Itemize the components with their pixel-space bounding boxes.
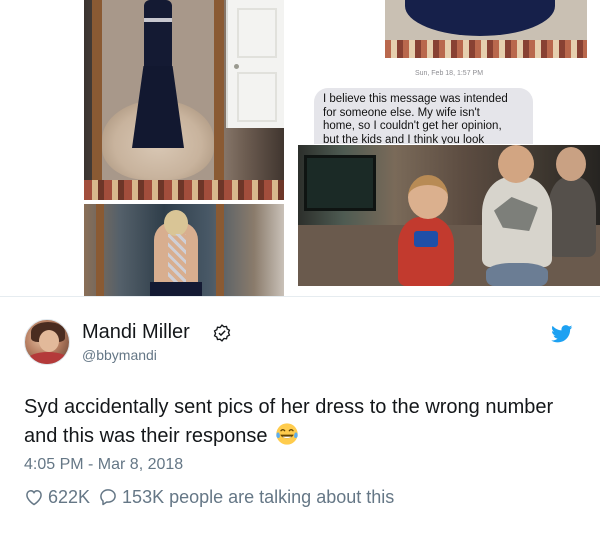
tweet-actions: 622K 153K people are talking about this <box>24 485 394 509</box>
avatar[interactable] <box>24 319 70 365</box>
message-line: for someone else. My wife isn't <box>323 106 480 119</box>
tears-of-joy-emoji <box>276 423 298 445</box>
message-line: I believe this message was intended <box>323 93 508 105</box>
author-handle[interactable]: @bbymandi <box>82 347 157 363</box>
tweet-card: Mandi Miller @bbymandi Syd accidentally … <box>0 297 600 536</box>
dress-mirror-photo[interactable] <box>84 0 284 200</box>
dress-detail-photo[interactable] <box>385 0 587 58</box>
tweet-timestamp[interactable]: 4:05 PM - Mar 8, 2018 <box>24 456 183 474</box>
twitter-bird-icon[interactable] <box>551 325 573 343</box>
photo-collage: Sun, Feb 18, 1:57 PM I believe this mess… <box>0 0 600 296</box>
heart-icon[interactable] <box>24 487 44 507</box>
speech-bubble-icon[interactable] <box>98 487 118 507</box>
message-timestamp: Sun, Feb 18, 1:57 PM <box>414 70 484 77</box>
message-line: but the kids and I think you look <box>323 133 485 145</box>
reply-count-text[interactable]: 153K people are talking about this <box>122 487 394 508</box>
message-line: home, so I couldn't get her opinion, <box>323 120 502 132</box>
verified-badge-icon <box>213 324 231 342</box>
dress-back-photo[interactable] <box>84 204 284 296</box>
kids-thumbs-up-photo[interactable] <box>298 145 600 286</box>
message-bubble: I believe this message was intended for … <box>314 88 533 144</box>
author-name[interactable]: Mandi Miller <box>82 321 190 344</box>
tweet-text: Syd accidentally sent pics of her dress … <box>24 393 584 451</box>
like-count[interactable]: 622K <box>48 487 90 508</box>
